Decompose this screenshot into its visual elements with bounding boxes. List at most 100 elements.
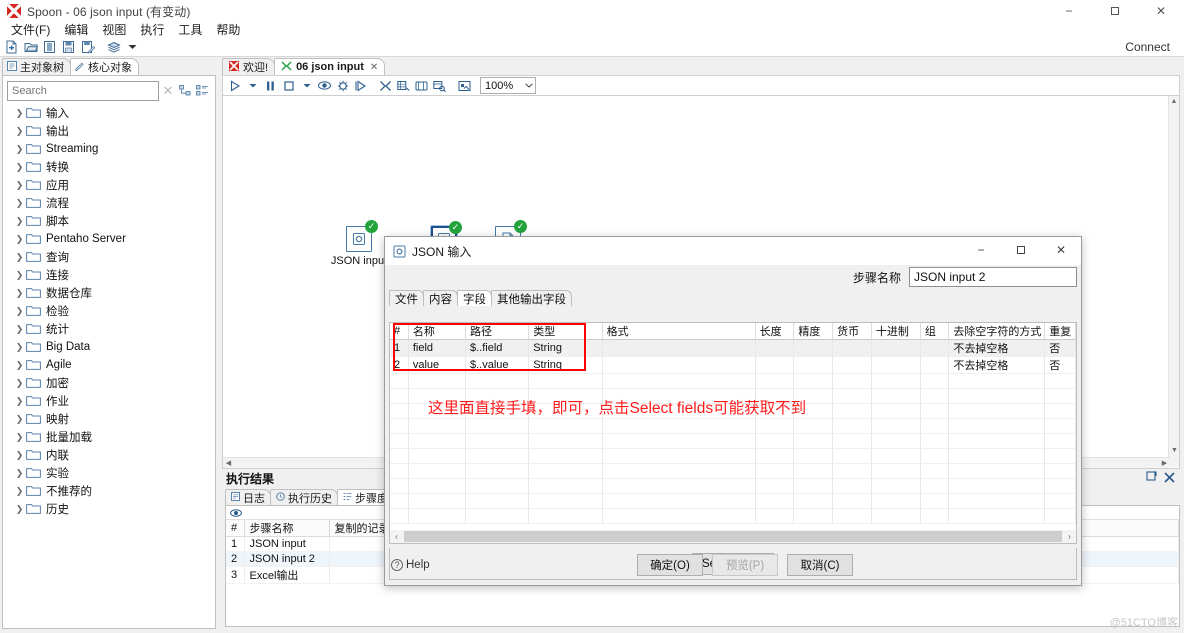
scroll-left-icon[interactable]: ◀ [223,459,234,467]
inspect-icon[interactable] [431,77,448,94]
grid-scroll-left-icon[interactable]: ‹ [390,530,403,543]
fields-row[interactable]: 2 value $..value String 不去掉空格否 [390,356,1076,374]
tree-item-9[interactable]: ❯ 连接 [3,266,215,284]
tree-item-5[interactable]: ❯ 流程 [3,194,215,212]
chevron-right-icon[interactable]: ❯ [13,266,26,284]
grid-scroll-thumb[interactable] [404,531,1062,542]
fields-cell-currency[interactable] [832,339,872,357]
fields-row-empty[interactable] [390,508,1076,524]
fields-col-7[interactable]: 货币 [832,323,872,340]
search-input[interactable] [7,80,159,101]
fields-cell-repeat[interactable]: 否 [1044,339,1076,357]
chevron-right-icon[interactable]: ❯ [13,212,26,230]
fields-col-10[interactable]: 去除空字符的方式 [948,323,1046,340]
fields-cell-format[interactable] [602,356,756,374]
window-close-button[interactable]: ✕ [1138,0,1184,22]
window-minimize-button[interactable]: − [1046,0,1092,22]
tree-item-7[interactable]: ❯ Pentaho Server [3,230,215,248]
fields-cell-length[interactable] [755,339,795,357]
tab-core-objects[interactable]: 核心对象 [70,58,139,75]
fields-grid[interactable]: # 名称 路径 类型 格式 长度 精度 货币 十进制组去除空字符的方式 重复 1 field $..f… [389,322,1077,544]
fields-col-8[interactable]: 十进制 [871,323,921,340]
fields-cell-type[interactable]: String [528,356,603,374]
run-icon[interactable] [226,77,243,94]
transformation-icon[interactable] [377,77,394,94]
fields-col-6[interactable]: 精度 [793,323,834,340]
chevron-right-icon[interactable]: ❯ [13,158,26,176]
dialog-close-button[interactable]: ✕ [1041,237,1081,263]
tree-item-14[interactable]: ❯ Agile [3,356,215,374]
stop-icon[interactable] [280,77,297,94]
tree-item-11[interactable]: ❯ 检验 [3,302,215,320]
chevron-right-icon[interactable]: ❯ [13,500,26,518]
tree-item-18[interactable]: ❯ 批量加载 [3,428,215,446]
eye-icon[interactable] [230,506,242,520]
dialog-minimize-button[interactable]: − [961,237,1001,263]
layers-icon[interactable] [105,39,122,56]
chevron-right-icon[interactable]: ❯ [13,446,26,464]
fields-row[interactable]: 1 field $..field String 不去掉空格否 [390,339,1076,357]
fields-cell-currency[interactable] [832,356,872,374]
chevron-right-icon[interactable]: ❯ [13,248,26,266]
preview-icon[interactable] [316,77,333,94]
fields-cell-group[interactable] [920,339,950,357]
chevron-right-icon[interactable]: ❯ [13,356,26,374]
tab-06-json-input[interactable]: 06 json input ✕ [274,58,386,75]
expand-all-icon[interactable] [178,82,194,100]
fields-col-2[interactable]: 路径 [465,323,530,340]
align-icon[interactable] [413,77,430,94]
tree-item-22[interactable]: ❯ 历史 [3,500,215,518]
menu-view[interactable]: 视图 [95,22,133,38]
chevron-right-icon[interactable]: ❯ [13,374,26,392]
fields-cell-name[interactable]: field [408,339,466,357]
cancel-button[interactable]: 取消(C) [787,554,853,576]
close-panel-icon[interactable] [1162,470,1176,484]
window-maximize-button[interactable] [1092,0,1138,22]
maximize-panel-icon[interactable] [1145,470,1159,484]
fields-row-empty[interactable] [390,448,1076,464]
fields-cell-path[interactable]: $..value [465,356,530,374]
search-clear-icon[interactable]: ✕ [159,81,177,101]
collapse-all-icon[interactable] [195,82,211,100]
pause-icon[interactable] [262,77,279,94]
chevron-right-icon[interactable]: ❯ [13,176,26,194]
save-icon[interactable] [60,39,77,56]
fields-cell-format[interactable] [602,339,756,357]
help-button[interactable]: ? Help [391,555,430,575]
ok-button[interactable]: 确定(O) [637,554,703,576]
fields-cell-num[interactable]: 2 [390,356,409,374]
tree-item-8[interactable]: ❯ 查询 [3,248,215,266]
chevron-right-icon[interactable]: ❯ [13,410,26,428]
scroll-right-icon[interactable]: ▶ [1159,459,1170,467]
dialog-maximize-button[interactable] [1001,237,1041,263]
chevron-right-icon[interactable]: ❯ [13,140,26,158]
chevron-right-icon[interactable]: ❯ [13,464,26,482]
fields-cell-type[interactable]: String [528,339,603,357]
chevron-right-icon[interactable]: ❯ [13,482,26,500]
zoom-level-combo[interactable]: 100% [480,77,536,94]
tree-item-4[interactable]: ❯ 应用 [3,176,215,194]
chevron-right-icon[interactable]: ❯ [13,320,26,338]
fields-grid-hscrollbar[interactable]: ‹ › [390,530,1076,543]
menu-help[interactable]: 帮助 [209,22,247,38]
tree-item-0[interactable]: ❯ 输入 [3,104,215,122]
tab-exec-history[interactable]: 执行历史 [270,489,338,505]
col-step-name[interactable]: 步骤名称 [244,520,330,537]
tree-item-10[interactable]: ❯ 数据仓库 [3,284,215,302]
menu-edit[interactable]: 编辑 [57,22,95,38]
dialog-tab-additional-output-fields[interactable]: 其他输出字段 [491,290,572,306]
chevron-right-icon[interactable]: ❯ [13,230,26,248]
menu-run[interactable]: 执行 [133,22,171,38]
tree-item-2[interactable]: ❯ Streaming [3,140,215,158]
dropdown-arrow-icon[interactable] [124,39,141,56]
fields-row-empty[interactable] [390,493,1076,509]
fields-row-empty[interactable] [390,433,1076,449]
chevron-right-icon[interactable]: ❯ [13,122,26,140]
chevron-right-icon[interactable]: ❯ [13,392,26,410]
menu-tools[interactable]: 工具 [171,22,209,38]
image-icon[interactable] [456,77,473,94]
tree-item-19[interactable]: ❯ 内联 [3,446,215,464]
fields-col-0[interactable]: # [390,323,409,340]
chevron-right-icon[interactable]: ❯ [13,428,26,446]
grid-icon[interactable] [395,77,412,94]
